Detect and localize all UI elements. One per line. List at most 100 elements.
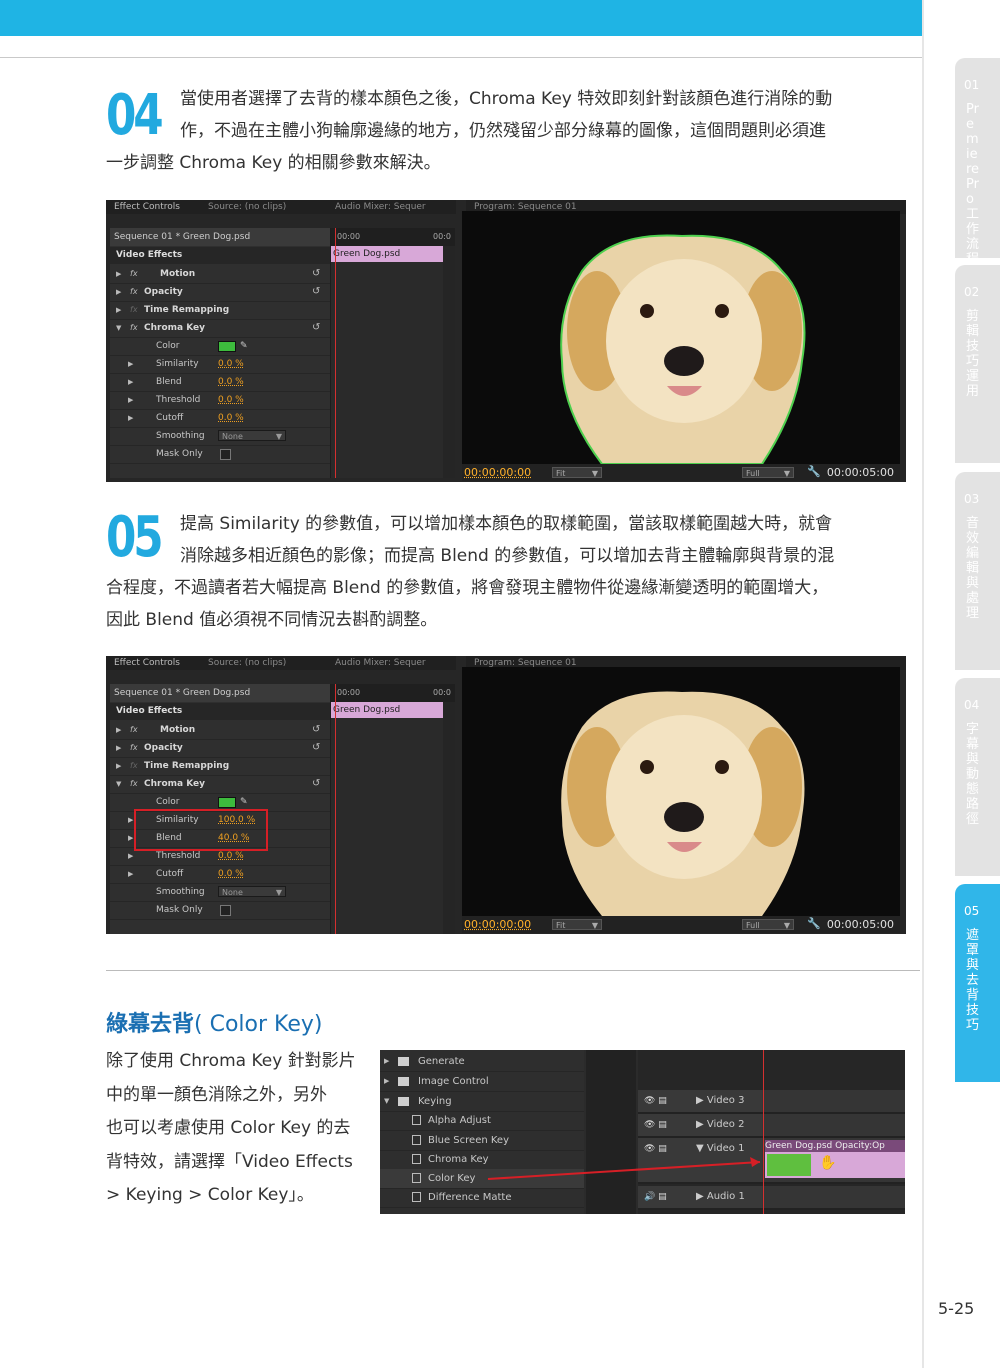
tab-effect-controls[interactable]: Effect Controls — [114, 656, 180, 670]
mask-only-checkbox[interactable] — [220, 449, 231, 460]
expand-icon[interactable]: ▶ — [116, 265, 121, 283]
time-ruler[interactable]: 00:00 00:0 — [331, 228, 455, 246]
reset-icon[interactable]: ↺ — [312, 721, 320, 739]
reset-icon[interactable]: ↺ — [312, 319, 320, 337]
smoothing-dropdown[interactable]: None ▼ — [218, 886, 286, 897]
chevron-down-icon: ▼ — [591, 921, 598, 930]
fx-icon[interactable]: fx — [130, 319, 138, 337]
dropdown-value: Full — [746, 921, 760, 930]
scrollbar[interactable] — [443, 702, 455, 934]
chapter-title: 剪輯技巧運用 — [966, 309, 980, 399]
expand-icon[interactable]: ▶ — [116, 721, 121, 739]
reset-icon[interactable]: ↺ — [312, 265, 320, 283]
fx-icon[interactable]: fx — [130, 721, 138, 739]
text-line: 中的單一顏色消除之外，另外 — [106, 1084, 327, 1105]
similarity-value[interactable]: 0.0 % — [218, 355, 244, 373]
fx-icon[interactable]: fx — [130, 283, 138, 301]
effect-row-chroma-key[interactable]: ▼ fx Chroma Key ↺ — [110, 319, 330, 338]
smoothing-dropdown[interactable]: None ▼ — [218, 430, 286, 441]
effect-row-opacity[interactable]: ▶ fx Opacity ↺ — [110, 283, 330, 302]
expand-icon[interactable]: ▶ — [128, 409, 133, 427]
collapse-icon[interactable]: ▼ — [116, 775, 121, 793]
collapse-icon[interactable]: ▼ — [116, 319, 121, 337]
param-blend: ▶ Blend 0.0 % — [110, 373, 330, 392]
text-line: 提高 Similarity 的參數值，可以增加樣本顏色的取樣範圍，當該取樣範圍越… — [180, 514, 833, 534]
expand-icon[interactable]: ▶ — [128, 373, 133, 391]
clip-bar[interactable]: Green Dog.psd — [331, 246, 443, 262]
cutoff-value[interactable]: 0.0 % — [218, 409, 244, 427]
step5-paragraph-cont: 合程度，不過讀者若大幅提高 Blend 的參數值，將會發現主體物件從邊緣漸變透明… — [106, 572, 906, 636]
color-swatch[interactable] — [218, 797, 236, 808]
timecode[interactable]: 00:00:00:00 — [464, 466, 531, 479]
effect-timeline: 00:00 00:0 Green Dog.psd — [331, 228, 455, 478]
chapter-tab-02[interactable]: 02 剪輯技巧運用 — [955, 265, 1000, 463]
expand-icon[interactable]: ▶ — [116, 301, 121, 319]
eyedropper-icon[interactable]: ✎ — [240, 337, 248, 355]
expand-icon[interactable]: ▶ — [128, 829, 133, 847]
step4-paragraph-cont: 一步調整 Chroma Key 的相關參數來解決。 — [106, 147, 906, 179]
effect-row-motion[interactable]: ▶ fx Motion ↺ — [110, 265, 330, 284]
scrollbar[interactable] — [443, 246, 455, 478]
fit-dropdown[interactable]: Fit ▼ — [552, 467, 602, 478]
tab-source[interactable]: Source: (no clips) — [208, 200, 286, 214]
effect-row-time-remapping[interactable]: ▶ fx Time Remapping — [110, 757, 330, 776]
wrench-icon[interactable]: 🔧 — [807, 917, 821, 930]
blend-value[interactable]: 0.0 % — [218, 373, 244, 391]
cutoff-value[interactable]: 0.0 % — [218, 865, 244, 883]
effect-name: Chroma Key — [144, 323, 206, 333]
expand-icon[interactable]: ▶ — [128, 865, 133, 883]
chapter-tab-03[interactable]: 03 音效編輯與處理 — [955, 472, 1000, 670]
chapter-tab-04[interactable]: 04 字幕與動態路徑 — [955, 678, 1000, 876]
fx-icon[interactable]: fx — [130, 265, 138, 283]
reset-icon[interactable]: ↺ — [312, 739, 320, 757]
param-label: Smoothing — [156, 431, 205, 441]
ruler-start: 00:00 — [337, 688, 361, 697]
mask-only-checkbox[interactable] — [220, 905, 231, 916]
chapter-num: 04 — [964, 698, 980, 712]
text-line: 因此 Blend 值必須視不同情況去斟酌調整。 — [106, 610, 438, 630]
reset-icon[interactable]: ↺ — [312, 283, 320, 301]
section-heading: 綠幕去背( Color Key) — [106, 1006, 323, 1038]
param-similarity: ▶ Similarity 0.0 % — [110, 355, 330, 374]
heading-zh: 綠幕去背 — [106, 1012, 195, 1037]
expand-icon[interactable]: ▶ — [128, 391, 133, 409]
chevron-down-icon: ▼ — [783, 469, 790, 478]
chapter-tab-05[interactable]: 05 遮罩與去背技巧 — [955, 884, 1000, 1082]
effect-row-time-remapping[interactable]: ▶ fx Time Remapping — [110, 301, 330, 320]
time-ruler[interactable]: 00:00 00:0 — [331, 684, 455, 702]
param-label: Mask Only — [156, 905, 203, 915]
expand-icon[interactable]: ▶ — [128, 811, 133, 829]
color-swatch[interactable] — [218, 341, 236, 352]
quality-dropdown[interactable]: Full ▼ — [742, 919, 794, 930]
effect-row-opacity[interactable]: ▶ fx Opacity ↺ — [110, 739, 330, 758]
wrench-icon[interactable]: 🔧 — [807, 465, 821, 478]
expand-icon[interactable]: ▶ — [116, 757, 121, 775]
chevron-down-icon: ▼ — [275, 888, 282, 897]
effect-row-motion[interactable]: ▶ fx Motion ↺ — [110, 721, 330, 740]
effect-name: Opacity — [144, 287, 183, 297]
tab-audio-mixer[interactable]: Audio Mixer: Sequer — [335, 200, 426, 214]
fx-icon[interactable]: fx — [130, 739, 138, 757]
tab-effect-controls[interactable]: Effect Controls — [114, 200, 180, 214]
effect-row-chroma-key[interactable]: ▼ fx Chroma Key ↺ — [110, 775, 330, 794]
chapter-tab-01[interactable]: 01 Premiere Pro 工作流程 — [955, 58, 1000, 267]
param-label: Smoothing — [156, 887, 205, 897]
timecode[interactable]: 00:00:00:00 — [464, 918, 531, 931]
fx-icon[interactable]: fx — [130, 775, 138, 793]
reset-icon[interactable]: ↺ — [312, 775, 320, 793]
expand-icon[interactable]: ▶ — [128, 847, 133, 865]
effect-name: Time Remapping — [144, 305, 230, 315]
section-paragraph: 除了使用 Chroma Key 針對影片 中的單一顏色消除之外，另外 也可以考慮… — [106, 1045, 368, 1213]
clip-bar[interactable]: Green Dog.psd — [331, 702, 443, 718]
expand-icon[interactable]: ▶ — [128, 355, 133, 373]
playhead[interactable] — [335, 228, 336, 478]
expand-icon[interactable]: ▶ — [116, 283, 121, 301]
threshold-value[interactable]: 0.0 % — [218, 391, 244, 409]
fit-dropdown[interactable]: Fit ▼ — [552, 919, 602, 930]
quality-dropdown[interactable]: Full ▼ — [742, 467, 794, 478]
expand-icon[interactable]: ▶ — [116, 739, 121, 757]
tab-audio-mixer[interactable]: Audio Mixer: Sequer — [335, 656, 426, 670]
playhead[interactable] — [335, 684, 336, 934]
tab-source[interactable]: Source: (no clips) — [208, 656, 286, 670]
panel-tabs: Effect Controls Source: (no clips) Audio… — [106, 656, 456, 670]
